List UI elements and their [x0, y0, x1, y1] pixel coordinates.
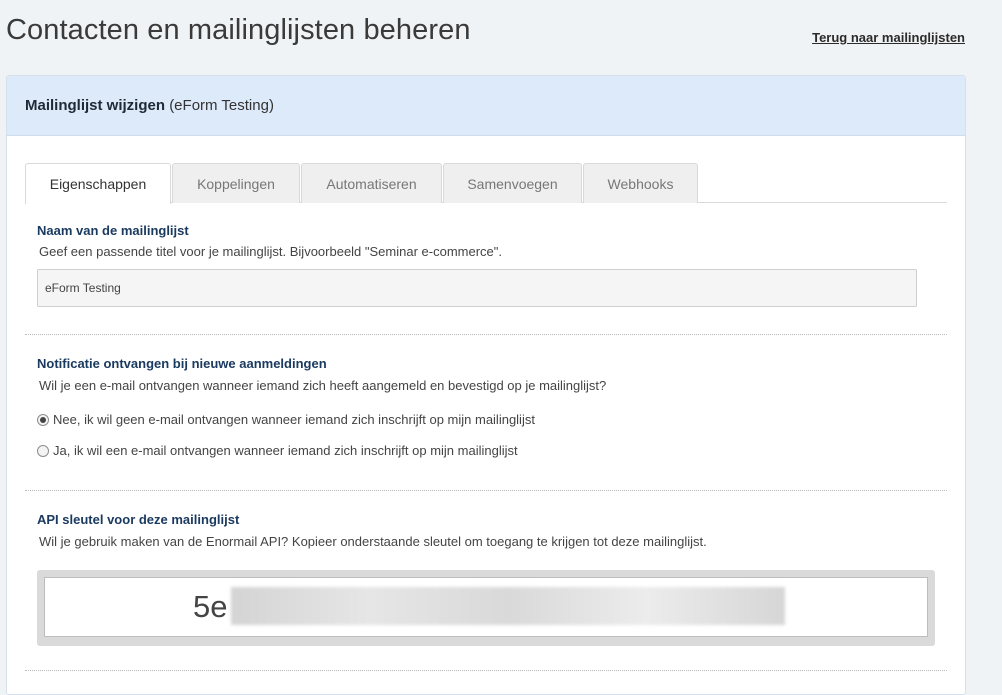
panel-header: Mailinglijst wijzigen (eForm Testing): [7, 76, 965, 136]
radio-option-no[interactable]: Nee, ik wil geen e-mail ontvangen wannee…: [37, 412, 535, 427]
name-section-description: Geef een passende titel voor je mailingl…: [39, 244, 502, 259]
radio-option-yes[interactable]: Ja, ik wil een e-mail ontvangen wanneer …: [37, 443, 518, 458]
api-key-field[interactable]: 5e: [44, 577, 928, 637]
panel-header-title: Mailinglijst wijzigen: [25, 97, 166, 114]
api-key-box: 5e: [37, 570, 935, 646]
notification-section-title: Notificatie ontvangen bij nieuwe aanmeld…: [37, 356, 327, 371]
back-to-mailinglists-link[interactable]: Terug naar mailinglijsten: [812, 30, 965, 45]
panel-header-list-name: (eForm Testing): [169, 97, 274, 114]
notification-section-description: Wil je een e-mail ontvangen wanneer iema…: [39, 378, 607, 393]
tab-bar: Eigenschappen Koppelingen Automatiseren …: [25, 163, 947, 204]
tab-webhooks[interactable]: Webhooks: [583, 163, 698, 203]
mailinglist-name-input[interactable]: [37, 269, 917, 307]
name-section: Naam van de mailinglijst Geef een passen…: [25, 223, 947, 318]
api-key-redacted: [231, 587, 785, 625]
radio-option-yes-label: Ja, ik wil een e-mail ontvangen wanneer …: [53, 443, 518, 458]
edit-mailinglist-panel: Mailinglijst wijzigen (eForm Testing) Ei…: [6, 75, 966, 695]
radio-option-no-label: Nee, ik wil geen e-mail ontvangen wannee…: [53, 412, 535, 427]
api-section-description: Wil je gebruik maken van de Enormail API…: [39, 534, 707, 549]
page-title: Contacten en mailinglijsten beheren: [6, 14, 471, 46]
api-section-title: API sleutel voor deze mailinglijst: [37, 512, 240, 527]
api-section: API sleutel voor deze mailinglijst Wil j…: [25, 512, 947, 672]
radio-no-checked[interactable]: [37, 413, 49, 426]
radio-yes-unchecked[interactable]: [37, 444, 49, 457]
tab-automatiseren[interactable]: Automatiseren: [301, 163, 442, 203]
section-divider: [25, 490, 947, 491]
api-key-value: 5e: [193, 589, 228, 624]
section-divider: [25, 334, 947, 335]
tab-samenvoegen[interactable]: Samenvoegen: [443, 163, 582, 203]
tab-eigenschappen[interactable]: Eigenschappen: [25, 163, 171, 204]
notification-section: Notificatie ontvangen bij nieuwe aanmeld…: [25, 356, 947, 476]
name-section-title: Naam van de mailinglijst: [37, 223, 189, 238]
tab-koppelingen[interactable]: Koppelingen: [172, 163, 300, 203]
